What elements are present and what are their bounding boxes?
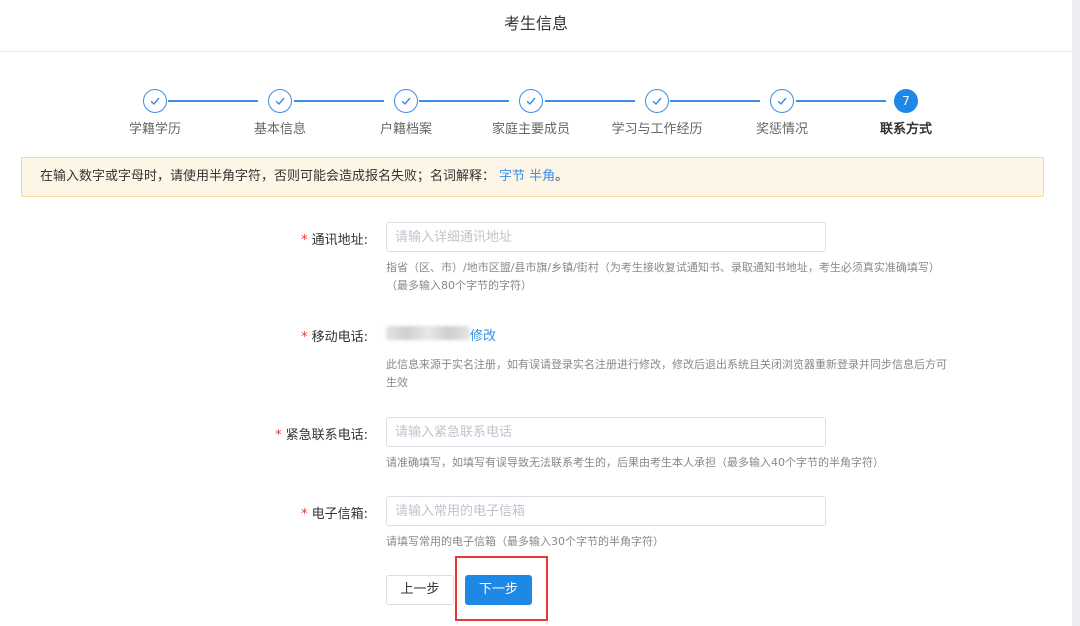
required-mark: * (301, 507, 308, 522)
page-title: 考生信息 (503, 14, 568, 33)
step-7-label[interactable]: 联系方式 (846, 118, 966, 137)
step-connector (670, 100, 760, 102)
step-7-number[interactable]: 7 (894, 89, 918, 113)
modify-mobile-link[interactable]: 修改 (470, 325, 496, 344)
email-hint: 请填写常用的电子信箱（最多输入30个字节的半角字符） (386, 535, 664, 548)
required-mark: * (301, 233, 308, 248)
step-6-check-icon[interactable] (770, 89, 794, 113)
mobile-label-text: 移动电话: (311, 330, 368, 345)
address-label-text: 通讯地址: (311, 233, 368, 248)
emergency-label-text: 紧急联系电话: (285, 428, 368, 443)
address-hint: 指省（区、市）/地市区盟/县市旗/乡镇/街村（为考生接收复试通知书、录取通知书地… (386, 259, 940, 295)
step-4-check-icon[interactable] (519, 89, 543, 113)
mobile-hint-line1: 此信息来源于实名注册，如有误请登录实名注册进行修改，修改后退出系统且关闭浏览器重… (386, 358, 947, 371)
scrollbar-track[interactable] (1072, 0, 1080, 626)
email-input[interactable] (386, 496, 826, 526)
step-2-label[interactable]: 基本信息 (220, 118, 340, 137)
mobile-number-blurred (386, 326, 470, 340)
step-2-check-icon[interactable] (268, 89, 292, 113)
step-1-check-icon[interactable] (143, 89, 167, 113)
email-label-text: 电子信箱: (311, 507, 368, 522)
address-hint-line2: （最多输入80个字节的字符） (386, 279, 532, 292)
step-connector (294, 100, 384, 102)
notice-text: 在输入数字或字母时，请使用半角字符，否则可能会造成报名失败；名词解释： (40, 169, 496, 184)
step-connector (545, 100, 635, 102)
notice-links[interactable]: 字节 半角 (499, 169, 555, 184)
step-5-check-icon[interactable] (645, 89, 669, 113)
page: 考生信息 学籍学历 基本信息 户籍档案 家庭主要成员 学习与工作经历 奖惩情况 … (0, 0, 1072, 626)
step-4-label[interactable]: 家庭主要成员 (471, 118, 591, 137)
emergency-phone-input[interactable] (386, 417, 826, 447)
email-label: * 电子信箱: (168, 503, 368, 522)
mobile-hint: 此信息来源于实名注册，如有误请登录实名注册进行修改，修改后退出系统且关闭浏览器重… (386, 356, 956, 392)
emergency-hint: 请准确填写，如填写有误导致无法联系考生的，后果由考生本人承担（最多输入40个字节… (386, 456, 884, 469)
highlight-annotation-box (455, 556, 548, 621)
step-connector (796, 100, 886, 102)
step-connector (419, 100, 509, 102)
step-1-label[interactable]: 学籍学历 (95, 118, 215, 137)
notice-end: 。 (555, 169, 569, 184)
mobile-label: * 移动电话: (168, 326, 368, 345)
step-3-label[interactable]: 户籍档案 (346, 118, 466, 137)
required-mark: * (275, 428, 282, 443)
page-header: 考生信息 (0, 0, 1072, 52)
prev-step-button[interactable]: 上一步 (386, 575, 454, 605)
address-hint-line1: 指省（区、市）/地市区盟/县市旗/乡镇/街村（为考生接收复试通知书、录取通知书地… (386, 261, 940, 274)
address-label: * 通讯地址: (168, 229, 368, 248)
step-6-label[interactable]: 奖惩情况 (722, 118, 842, 137)
emergency-label: * 紧急联系电话: (168, 424, 368, 443)
mobile-hint-line2: 生效 (386, 376, 408, 389)
address-input[interactable] (386, 222, 826, 252)
step-3-check-icon[interactable] (394, 89, 418, 113)
notice-banner: 在输入数字或字母时，请使用半角字符，否则可能会造成报名失败；名词解释： 字节 半角… (21, 157, 1044, 197)
step-connector (168, 100, 258, 102)
required-mark: * (301, 330, 308, 345)
step-5-label[interactable]: 学习与工作经历 (597, 118, 717, 137)
